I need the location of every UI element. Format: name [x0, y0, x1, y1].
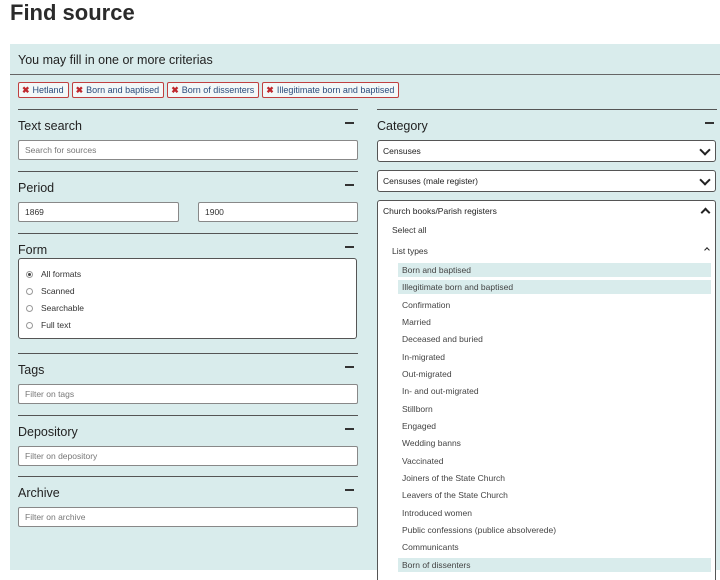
radio-button[interactable]	[26, 321, 33, 329]
search-panel: You may fill in one or more criterias ✖ …	[10, 44, 720, 580]
archive-heading: Archive	[18, 486, 60, 500]
chip-label: Born and baptised	[86, 85, 160, 95]
radio-full-text[interactable]: Full text	[26, 320, 71, 330]
list-item[interactable]: Illegitimate born and baptised	[398, 280, 711, 294]
tags-filter-input[interactable]: Filter on tags	[18, 384, 358, 404]
period-from-input[interactable]: 1869	[18, 202, 179, 222]
minus-icon[interactable]	[345, 489, 354, 491]
list-item[interactable]: Stillborn	[398, 402, 711, 416]
radio-searchable[interactable]: Searchable	[26, 303, 84, 313]
list-item[interactable]: Wedding banns	[398, 436, 711, 450]
divider	[18, 233, 358, 234]
category-select-censuses-male[interactable]: Censuses (male register)	[377, 170, 716, 192]
period-to-input[interactable]: 1900	[198, 202, 358, 222]
minus-icon[interactable]	[345, 428, 354, 430]
radio-button[interactable]	[26, 287, 33, 295]
radio-label: Searchable	[41, 303, 85, 313]
close-icon[interactable]: ✖	[76, 85, 84, 96]
archive-filter-input[interactable]: Filter on archive	[18, 507, 358, 527]
radio-button[interactable]	[26, 270, 33, 278]
minus-icon[interactable]	[345, 246, 354, 248]
chip-label: Illegitimate born and baptised	[276, 85, 395, 95]
chevron-down-icon[interactable]	[699, 144, 711, 156]
minus-icon[interactable]	[345, 184, 354, 186]
select-value: Censuses (male register)	[383, 176, 478, 186]
divider	[18, 353, 358, 354]
chevron-down-icon[interactable]	[699, 174, 711, 186]
expander-title[interactable]: Church books/Parish registers	[383, 206, 497, 216]
filter-chip-born-and-baptised[interactable]: ✖ Born and baptised	[71, 82, 165, 98]
filter-chip-born-of-dissenters[interactable]: ✖ Born of dissenters	[167, 82, 260, 98]
minus-icon[interactable]	[345, 122, 354, 124]
select-all-link[interactable]: Select all	[392, 225, 427, 235]
divider	[18, 171, 358, 172]
filter-chip-illegitimate[interactable]: ✖ Illegitimate born and baptised	[262, 82, 400, 98]
list-item[interactable]: Communicants	[398, 540, 711, 554]
filter-chip-hetland[interactable]: ✖ Hetland	[18, 82, 69, 98]
list-item[interactable]: Engaged	[398, 419, 711, 433]
divider	[18, 415, 358, 416]
chevron-up-icon[interactable]	[700, 207, 711, 218]
radio-label: Scanned	[41, 286, 75, 296]
radio-all-formats[interactable]: All formats	[26, 269, 81, 279]
divider	[18, 476, 358, 477]
list-item[interactable]: Born and baptised	[398, 263, 711, 277]
radio-label: All formats	[41, 269, 82, 279]
chevron-up-icon[interactable]	[704, 247, 710, 253]
tags-heading: Tags	[18, 363, 45, 377]
category-heading: Category	[377, 119, 428, 133]
intro-text: You may fill in one or more criterias	[18, 53, 213, 67]
chip-label: Born of dissenters	[181, 85, 255, 95]
radio-label: Full text	[41, 320, 71, 330]
period-heading: Period	[18, 181, 55, 195]
divider	[377, 109, 717, 110]
list-item[interactable]: In-migrated	[398, 350, 711, 364]
radio-scanned[interactable]: Scanned	[26, 286, 75, 296]
list-item[interactable]: Joiners of the State Church	[398, 471, 711, 485]
form-options-box: All formats Scanned Searchable Full text	[18, 258, 357, 339]
depository-heading: Depository	[18, 425, 78, 439]
minus-icon[interactable]	[705, 122, 714, 124]
list-item[interactable]: Vaccinated	[398, 454, 711, 468]
select-value: Censuses	[383, 146, 421, 156]
close-icon[interactable]: ✖	[266, 85, 274, 96]
radio-button[interactable]	[26, 304, 33, 312]
list-item[interactable]: Confirmation	[398, 298, 711, 312]
divider	[18, 109, 358, 110]
list-item[interactable]: Out-migrated	[398, 367, 711, 381]
depository-filter-input[interactable]: Filter on depository	[18, 446, 358, 466]
list-types-label[interactable]: List types	[392, 246, 428, 256]
search-input[interactable]: Search for sources	[18, 140, 358, 160]
page-title: Find source	[10, 0, 135, 25]
list-item[interactable]: Introduced women	[398, 506, 711, 520]
category-select-censuses[interactable]: Censuses	[377, 140, 716, 162]
close-icon[interactable]: ✖	[22, 85, 30, 96]
text-search-heading: Text search	[18, 119, 82, 133]
list-item[interactable]: In- and out-migrated	[398, 384, 711, 398]
form-heading: Form	[18, 243, 48, 257]
list-item[interactable]: Leavers of the State Church	[398, 488, 711, 502]
church-books-expander: Church books/Parish registers Select all…	[377, 200, 716, 580]
list-item[interactable]: Public confessions (publice absolverede)	[398, 523, 711, 537]
chip-label: Hetland	[32, 85, 64, 95]
close-icon[interactable]: ✖	[171, 85, 179, 96]
active-filters: ✖ Hetland ✖ Born and baptised ✖ Born of …	[18, 82, 400, 98]
divider	[10, 74, 720, 75]
minus-icon[interactable]	[345, 366, 354, 368]
list-item[interactable]: Married	[398, 315, 711, 329]
list-item[interactable]: Deceased and buried	[398, 332, 711, 346]
